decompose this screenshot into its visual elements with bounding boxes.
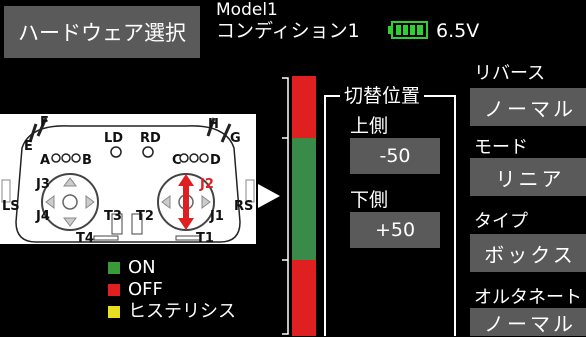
upper-value-button[interactable]: -50 xyxy=(350,138,440,174)
legend-swatch-hysteresis xyxy=(108,306,120,318)
switch-label-h: H xyxy=(208,117,219,132)
type-label: タイプ xyxy=(474,211,528,232)
switch-label-g: G xyxy=(230,131,241,146)
switch-label-d: D xyxy=(210,153,221,168)
stick-label-j1: J1 xyxy=(209,209,224,224)
stick-label-j4: J4 xyxy=(35,209,50,224)
stick-label-j2: J2 xyxy=(199,177,214,192)
switch-label-e: E xyxy=(24,139,33,154)
hardware-select-button[interactable]: ハードウェア選択 xyxy=(4,6,200,58)
switch-position-title: 切替位置 xyxy=(340,86,425,106)
stick-label-j3: J3 xyxy=(35,177,50,192)
pointer-arrow-icon xyxy=(258,184,280,208)
switch-label-a: A xyxy=(40,153,50,168)
condition-name: コンディション1 xyxy=(216,20,360,42)
legend-label-on: ON xyxy=(128,257,156,278)
trim-label-t2: T2 xyxy=(136,209,154,224)
alternate-label: オルタネート xyxy=(474,287,582,308)
lower-value-button[interactable]: +50 xyxy=(350,212,440,248)
transmitter-illustration: E F H G LD RD A B C D J3 J4 J2 J1 T3 T2 … xyxy=(1,115,255,246)
switch-label-ld: LD xyxy=(104,131,123,146)
switch-label-rd: RD xyxy=(140,131,161,146)
switch-label-c: C xyxy=(172,153,182,168)
gauge-segment-lower-off xyxy=(292,260,316,336)
gauge-segment-on xyxy=(292,138,316,260)
alternate-button[interactable]: ノーマル xyxy=(470,308,586,336)
battery-voltage: 6.5V xyxy=(436,20,480,42)
reverse-button[interactable]: ノーマル xyxy=(470,88,586,126)
legend-off: OFF xyxy=(108,280,163,300)
trim-label-t1: T1 xyxy=(196,231,214,244)
reverse-label: リバース xyxy=(474,63,546,84)
mode-button[interactable]: リニア xyxy=(470,158,586,196)
lower-label: 下側 xyxy=(350,189,389,211)
trim-label-t4: T4 xyxy=(76,231,94,244)
type-button[interactable]: ボックス xyxy=(470,234,586,272)
transmitter-diagram: E F H G LD RD A B C D J3 J4 J2 J1 T3 T2 … xyxy=(0,114,256,246)
trim-label-t3: T3 xyxy=(104,209,122,224)
legend-label-off: OFF xyxy=(128,279,163,300)
legend-label-hysteresis: ヒステリシス xyxy=(128,301,236,322)
side-label-ls: LS xyxy=(2,199,20,214)
legend-swatch-on xyxy=(108,262,120,274)
legend-on: ON xyxy=(108,258,156,278)
mode-label: モード xyxy=(474,137,528,158)
battery-icon xyxy=(388,21,428,39)
gauge-segment-upper-off xyxy=(292,76,316,138)
switch-label-f: F xyxy=(40,115,49,130)
switch-label-b: B xyxy=(82,153,92,168)
side-label-rs: RS xyxy=(234,199,253,214)
upper-label: 上側 xyxy=(350,115,389,137)
legend-swatch-off xyxy=(108,284,120,296)
model-name: Model1 xyxy=(216,0,278,20)
legend-hysteresis: ヒステリシス xyxy=(108,302,236,322)
switch-position-gauge xyxy=(282,76,316,336)
